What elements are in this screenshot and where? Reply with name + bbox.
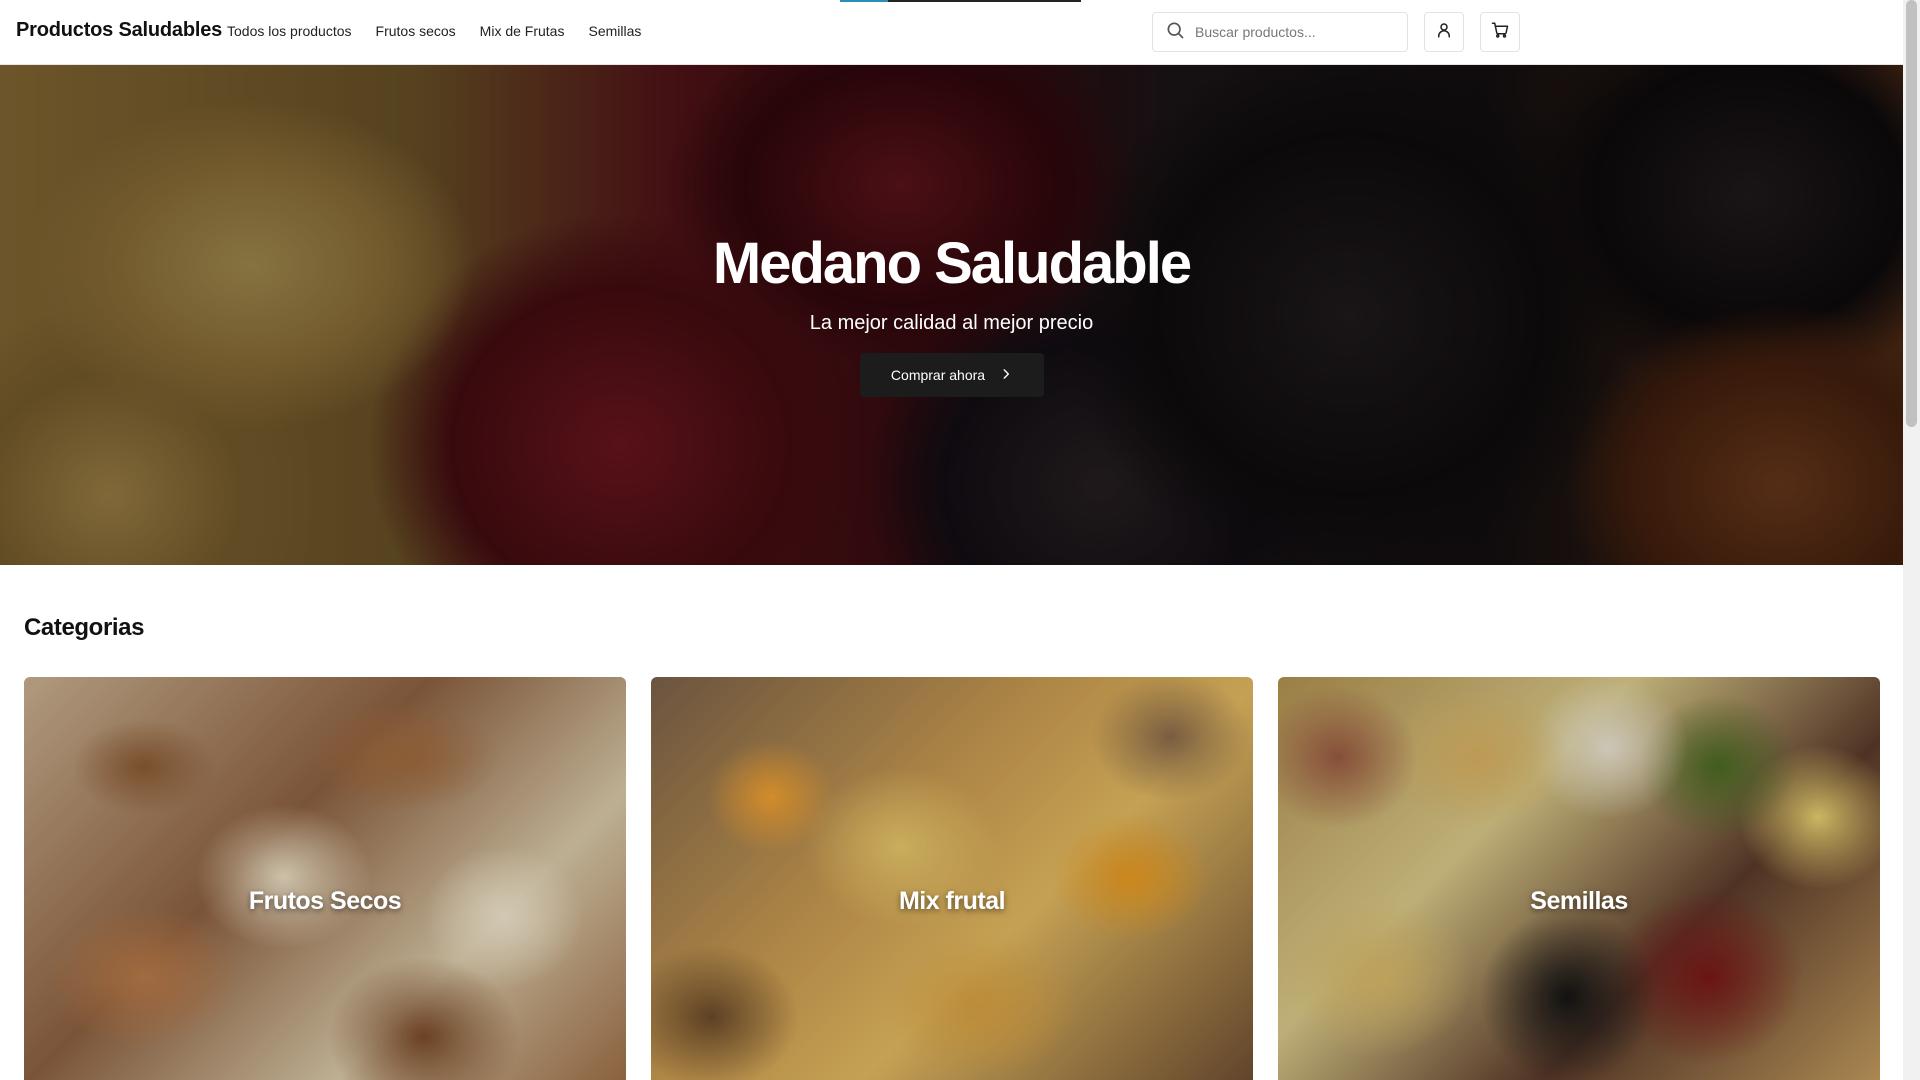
categories-title: Categorias bbox=[24, 614, 145, 641]
search-box[interactable] bbox=[1152, 12, 1408, 52]
category-label: Semillas bbox=[1530, 887, 1628, 915]
hero-content: Medano Saludable La mejor calidad al mej… bbox=[0, 65, 1903, 565]
category-card-semillas[interactable]: Semillas bbox=[1278, 677, 1880, 1080]
nav-link-frutos-secos[interactable]: Frutos secos bbox=[376, 23, 456, 39]
shop-now-label: Comprar ahora bbox=[890, 367, 986, 383]
loading-progress-accent bbox=[840, 0, 888, 2]
nav-link-semillas[interactable]: Semillas bbox=[588, 23, 641, 39]
search-input[interactable] bbox=[1195, 24, 1395, 40]
hero-title: Medano Saludable bbox=[712, 231, 1192, 296]
page-viewport: Productos Saludables Todos los productos… bbox=[0, 0, 1903, 1080]
category-label: Mix frutal bbox=[898, 887, 1006, 915]
category-card-frutos-secos[interactable]: Frutos Secos bbox=[24, 677, 626, 1080]
hero-subtitle: La mejor calidad al mejor precio bbox=[809, 312, 1094, 334]
brand-logo[interactable]: Productos Saludables bbox=[16, 19, 222, 42]
shop-now-button[interactable]: Comprar ahora bbox=[860, 353, 1044, 397]
nav-link-mix-de-frutas[interactable]: Mix de Frutas bbox=[480, 23, 565, 39]
category-card-shade bbox=[651, 677, 1253, 1080]
scrollbar-thumb[interactable] bbox=[1906, 0, 1917, 427]
cart-icon bbox=[1491, 21, 1509, 44]
search-icon bbox=[1165, 20, 1185, 45]
category-card-mix-frutal[interactable]: Mix frutal bbox=[651, 677, 1253, 1080]
user-icon bbox=[1435, 21, 1453, 44]
nav-link-todos-los-productos[interactable]: Todos los productos bbox=[227, 23, 352, 39]
page-scrollbar[interactable] bbox=[1903, 0, 1920, 1080]
user-account-button[interactable] bbox=[1424, 12, 1464, 52]
category-label: Frutos Secos bbox=[248, 887, 402, 915]
hero-banner: Medano Saludable La mejor calidad al mej… bbox=[0, 65, 1903, 565]
loading-progress-bar bbox=[840, 0, 1081, 2]
cart-button[interactable] bbox=[1480, 12, 1520, 52]
category-card-shade bbox=[1278, 677, 1880, 1080]
chevron-right-icon bbox=[999, 367, 1013, 384]
category-card-shade bbox=[24, 677, 626, 1080]
site-header: Productos Saludables Todos los productos… bbox=[0, 0, 1903, 65]
main-nav: Todos los productos Frutos secos Mix de … bbox=[227, 23, 665, 39]
